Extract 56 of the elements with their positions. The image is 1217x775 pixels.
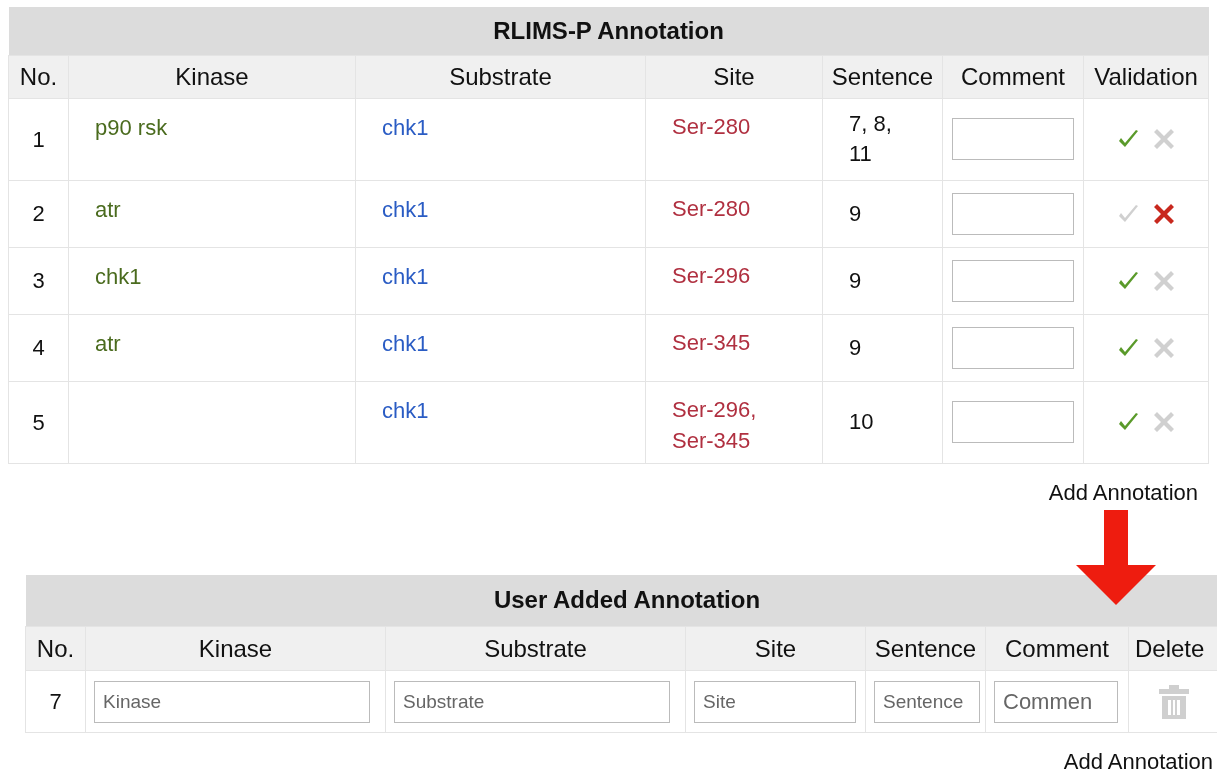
input-field[interactable]: Substrate [394, 680, 670, 723]
column-header: Comment [942, 55, 1084, 98]
column-header: No. [25, 626, 86, 671]
column-header: Validation [1083, 55, 1209, 98]
sentence-number: 10 [822, 381, 943, 463]
add-annotation-link[interactable]: Add Annotation [1063, 745, 1213, 775]
comment-field[interactable] [942, 247, 1084, 314]
site-name: Ser-280 [645, 98, 823, 180]
column-header: Kinase [68, 55, 356, 98]
table-title: RLIMS-P Annotation [8, 7, 1209, 55]
sentence-number: 9 [822, 314, 943, 381]
comment-field[interactable] [942, 98, 1084, 180]
sentence-number: 9 [822, 180, 943, 247]
arrow-icon [1076, 510, 1156, 605]
column-header: Substrate [355, 55, 646, 98]
input-field[interactable]: Commen [994, 680, 1118, 723]
substrate-name: chk1 [355, 180, 646, 247]
input-field[interactable]: Sentence [874, 680, 980, 723]
input-field[interactable]: Site [694, 680, 856, 723]
close-icon[interactable] [1152, 201, 1177, 226]
substrate-name: chk1 [355, 98, 646, 180]
comment-field[interactable] [942, 180, 1084, 247]
column-header: Comment [985, 626, 1129, 671]
column-header: Sentence [865, 626, 986, 671]
kinase-name: chk1 [68, 247, 356, 314]
row-number: 4 [8, 314, 69, 381]
table-title: User Added Annotation [25, 574, 1217, 627]
trash-icon[interactable] [1159, 684, 1189, 719]
input-field[interactable]: Kinase [94, 680, 370, 723]
add-annotation-link[interactable]: Add Annotation [1048, 475, 1198, 509]
sentence-number: 7, 8, 11 [822, 98, 943, 180]
comment-field[interactable] [942, 314, 1084, 381]
kinase-name: atr [68, 180, 356, 247]
column-header: No. [8, 55, 69, 98]
row-number: 1 [8, 98, 69, 180]
substrate-name: chk1 [355, 314, 646, 381]
substrate-name: chk1 [355, 247, 646, 314]
site-name: Ser-280 [645, 180, 823, 247]
sentence-number: 9 [822, 247, 943, 314]
column-header: Site [645, 55, 823, 98]
column-header: Site [685, 626, 866, 671]
column-header: Delete [1128, 626, 1217, 671]
row-number: 3 [8, 247, 69, 314]
site-name: Ser-296, Ser-345 [645, 381, 823, 463]
row-number: 2 [8, 180, 69, 247]
row-number: 7 [25, 670, 86, 733]
column-header: Kinase [85, 626, 386, 671]
substrate-name: chk1 [355, 381, 646, 463]
kinase-name: p90 rsk [68, 98, 356, 180]
column-header: Sentence [822, 55, 943, 98]
kinase-name: atr [68, 314, 356, 381]
row-number: 5 [8, 381, 69, 463]
site-name: Ser-296 [645, 247, 823, 314]
site-name: Ser-345 [645, 314, 823, 381]
comment-field[interactable] [942, 381, 1084, 463]
column-header: Substrate [385, 626, 686, 671]
